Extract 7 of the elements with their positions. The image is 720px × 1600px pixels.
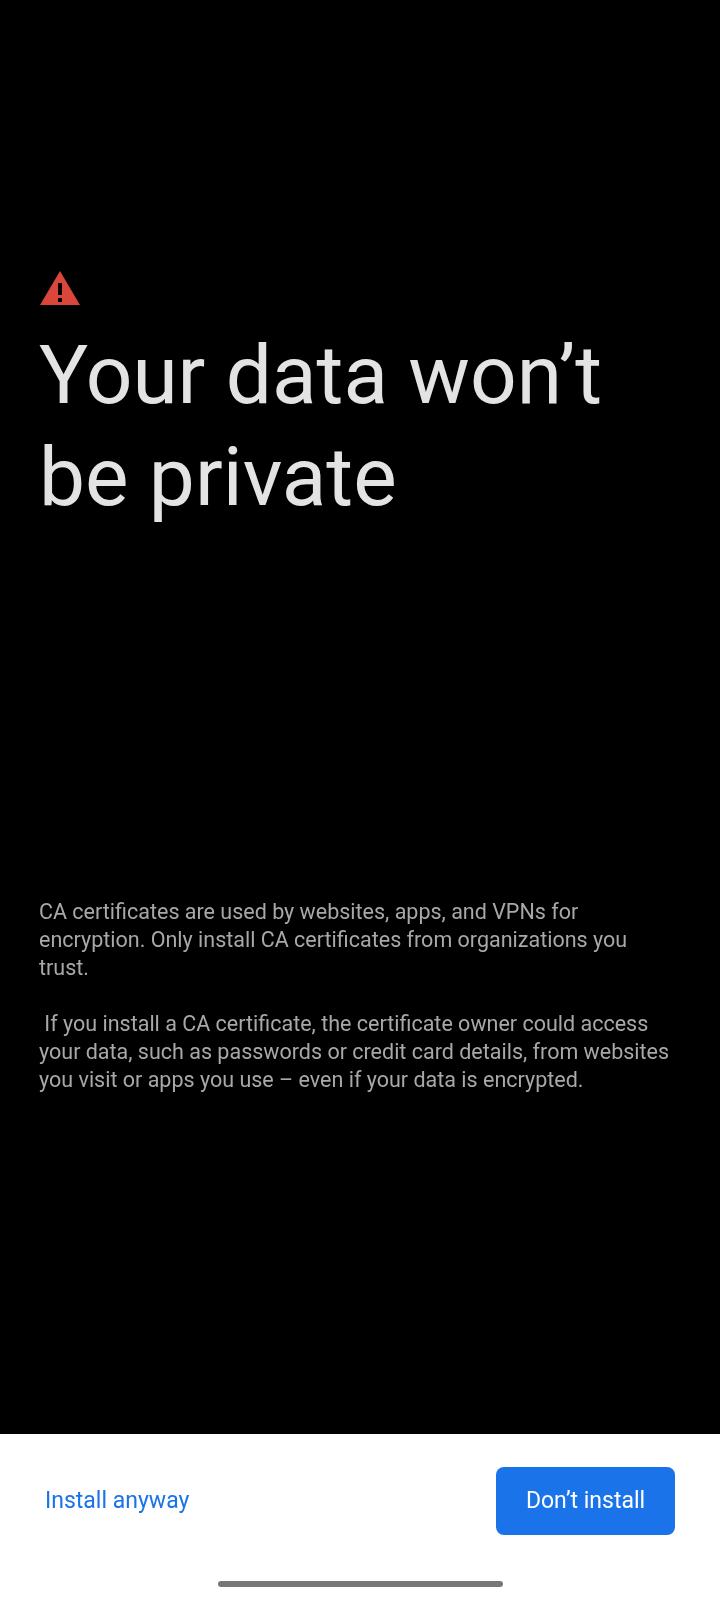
body-text: CA certificates are used by websites, apps, and VPNs for encryption. Only install CA certificates from organizations you trust.	[39, 898, 629, 982]
install-anyway-button[interactable]: Install anyway	[45, 1473, 190, 1529]
dont-install-button[interactable]: Don’t install	[496, 1467, 675, 1535]
home-indicator[interactable]	[217, 1581, 503, 1587]
body-text: If you install a CA certificate, the certificate owner could access your data, such as passwords or credit card details, from websites you visit or apps you use – even if your data is encrypted.	[39, 1010, 671, 1094]
page-title: Your data won’t be private	[39, 326, 604, 527]
warning-icon	[39, 270, 81, 306]
